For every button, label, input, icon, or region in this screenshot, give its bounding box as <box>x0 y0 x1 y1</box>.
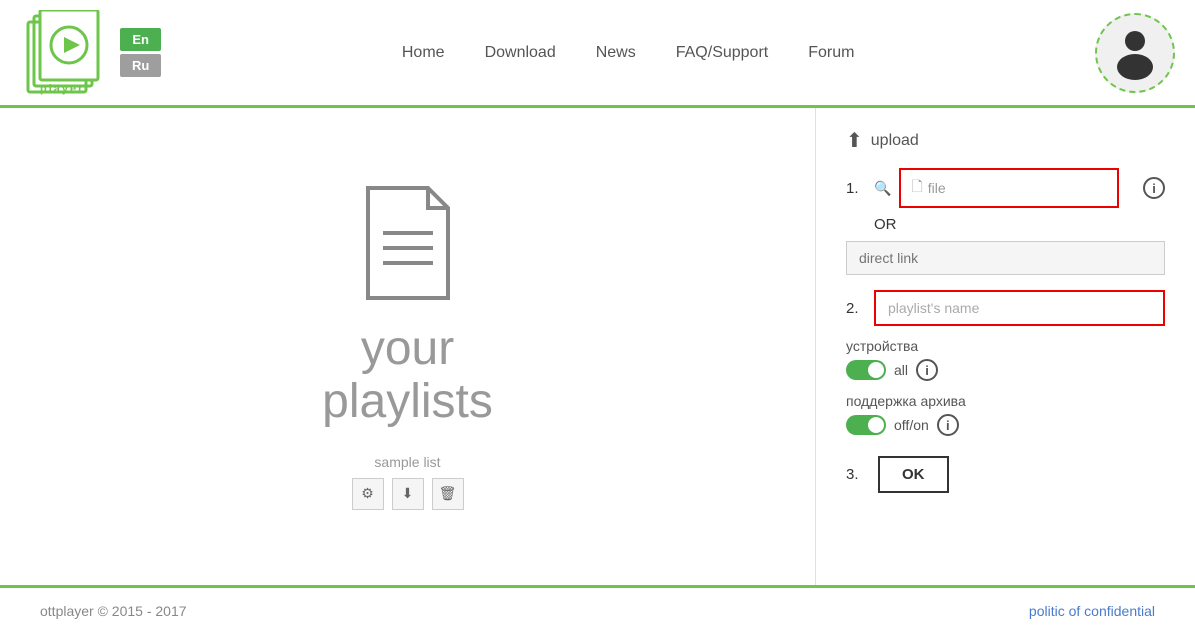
playlist-name-input[interactable] <box>874 290 1165 326</box>
upload-section: ⬆ upload <box>846 128 1165 153</box>
lang-en-button[interactable]: En <box>120 28 161 51</box>
file-info-icon[interactable]: i <box>1143 177 1165 199</box>
step1-number: 1. <box>846 180 866 197</box>
header: player En Ru Home Download News FAQ/Supp… <box>0 0 1195 108</box>
file-doc-icon: 🗋 <box>911 176 922 200</box>
nav-news[interactable]: News <box>596 44 636 62</box>
step2-row: 2. <box>846 290 1165 326</box>
avatar[interactable] <box>1095 13 1175 93</box>
upload-label: upload <box>871 132 919 150</box>
right-panel: ⬆ upload 1. 🔍 🗋 file i OR 2. устройства <box>815 108 1195 585</box>
archive-toggle-label: off/on <box>894 417 929 433</box>
logo-area: player En Ru <box>20 10 161 95</box>
sample-list-label: sample list <box>374 454 440 470</box>
archive-toggle-row: off/on i <box>846 414 1165 436</box>
main-nav: Home Download News FAQ/Support Forum <box>402 44 855 62</box>
footer: ottplayer © 2015 - 2017 politic of confi… <box>0 588 1195 634</box>
download-button[interactable]: ⬇ <box>392 478 424 510</box>
nav-faq[interactable]: FAQ/Support <box>676 44 769 62</box>
archive-toggle[interactable] <box>846 415 886 435</box>
archive-label: поддержка архива <box>846 393 1165 409</box>
policy-link[interactable]: politic of confidential <box>1029 603 1155 619</box>
copyright-text: ottplayer © 2015 - 2017 <box>40 603 187 619</box>
nav-forum[interactable]: Forum <box>808 44 854 62</box>
file-placeholder-text: file <box>928 180 946 196</box>
language-switcher: En Ru <box>120 28 161 77</box>
devices-toggle-row: all i <box>846 359 1165 381</box>
archive-info-icon[interactable]: i <box>937 414 959 436</box>
settings-button[interactable]: ⚙ <box>352 478 384 510</box>
svg-text:player: player <box>40 83 84 95</box>
main-content: your playlists sample list ⚙ ⬇ 🗑 ⬆ uploa… <box>0 108 1195 588</box>
playlist-file-icon <box>358 183 458 303</box>
step3-number: 3. <box>846 466 866 483</box>
direct-link-input[interactable] <box>846 241 1165 275</box>
user-silhouette-icon <box>1108 25 1163 80</box>
step1-row: 1. 🔍 🗋 file i <box>846 168 1165 208</box>
ok-button[interactable]: OK <box>878 456 949 493</box>
file-input-area[interactable]: 🗋 file <box>899 168 1135 208</box>
search-icon: 🔍 <box>874 180 891 197</box>
devices-info-icon[interactable]: i <box>916 359 938 381</box>
delete-button[interactable]: 🗑 <box>432 478 464 510</box>
nav-download[interactable]: Download <box>485 44 556 62</box>
or-separator: OR <box>874 216 1165 233</box>
devices-toggle[interactable] <box>846 360 886 380</box>
playlist-heading: your playlists <box>322 323 493 429</box>
devices-toggle-label: all <box>894 362 908 378</box>
lang-ru-button[interactable]: Ru <box>120 54 161 77</box>
sample-actions-bar: ⚙ ⬇ 🗑 <box>352 478 464 510</box>
left-panel: your playlists sample list ⚙ ⬇ 🗑 <box>0 108 815 585</box>
devices-label: устройства <box>846 338 1165 354</box>
nav-home[interactable]: Home <box>402 44 445 62</box>
file-input-box[interactable]: 🗋 file <box>899 168 1119 208</box>
step3-row: 3. OK <box>846 456 1165 493</box>
upload-icon: ⬆ <box>846 128 863 153</box>
ott-logo-icon: player <box>20 10 110 95</box>
step2-number: 2. <box>846 300 866 317</box>
